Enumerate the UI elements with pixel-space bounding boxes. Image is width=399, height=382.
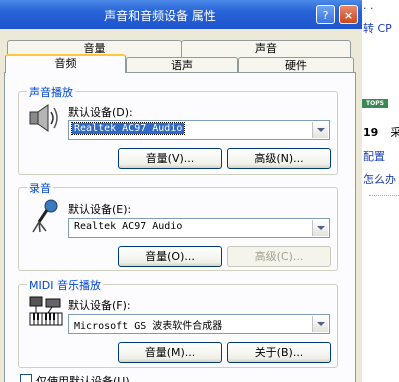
- microphone-icon: [30, 198, 60, 237]
- recording-advanced-button: 高级(C)...: [227, 246, 331, 267]
- title-bar[interactable]: 声音和音频设备 属性 ? ×: [0, 0, 362, 29]
- recording-group-label: 录音: [27, 180, 53, 196]
- background-link-config[interactable]: 配置: [363, 148, 385, 164]
- sound-properties-dialog: 声音和音频设备 属性 ? × 音量 声音 音频 语声 硬件 声音播放 默认设备(…: [0, 0, 362, 382]
- playback-group-label: 声音播放: [27, 84, 75, 100]
- dotted-divider: [369, 195, 399, 197]
- window-title: 声音和音频设备 属性: [104, 9, 216, 23]
- playback-default-label: 默认设备(D):: [68, 106, 133, 119]
- tab-hardware[interactable]: 硬件: [238, 57, 354, 73]
- recording-default-label: 默认设备(E):: [68, 203, 132, 216]
- midi-group-label: MIDI 音乐播放: [27, 277, 103, 293]
- speaker-icon: [28, 103, 62, 136]
- playback-volume-button[interactable]: 音量(V)...: [118, 148, 222, 169]
- background-link-cpu[interactable]: 转 CP: [363, 20, 392, 36]
- midi-about-button[interactable]: 关于(B)...: [227, 342, 331, 363]
- recording-volume-button[interactable]: 音量(O)...: [118, 246, 222, 267]
- close-button[interactable]: ×: [339, 5, 358, 24]
- tops-badge: TOPS: [362, 99, 388, 108]
- playback-device-value: Realtek AC97 Audio: [70, 122, 186, 135]
- chevron-down-icon[interactable]: [312, 316, 328, 332]
- background-link[interactable]: · ·: [363, 2, 374, 15]
- midi-volume-button[interactable]: 音量(M)...: [118, 342, 222, 363]
- playback-device-select[interactable]: Realtek AC97 Audio: [68, 120, 330, 140]
- midi-device-value: Microsoft GS 波表软件合成器: [74, 321, 223, 332]
- help-button[interactable]: ?: [316, 5, 335, 24]
- playback-advanced-button[interactable]: 高级(N)...: [227, 148, 331, 169]
- midi-device-select[interactable]: Microsoft GS 波表软件合成器: [68, 314, 330, 334]
- recording-device-value: Realtek AC97 Audio: [74, 221, 183, 232]
- default-only-checkbox[interactable]: [20, 374, 32, 382]
- recording-device-select[interactable]: Realtek AC97 Audio: [68, 218, 330, 238]
- tab-audio[interactable]: 音频: [5, 54, 126, 73]
- background-link-howto[interactable]: 怎么办: [363, 171, 396, 187]
- background-number: 19 采: [363, 126, 399, 139]
- tab-sounds[interactable]: 声音: [181, 40, 351, 57]
- default-only-label: 仅使用默认设备(U): [36, 375, 130, 382]
- midi-default-label: 默认设备(F):: [68, 299, 131, 312]
- chevron-down-icon[interactable]: [312, 220, 328, 236]
- chevron-down-icon[interactable]: [312, 122, 328, 138]
- midi-keyboard-icon: [28, 295, 64, 332]
- tab-voice[interactable]: 语声: [126, 57, 238, 73]
